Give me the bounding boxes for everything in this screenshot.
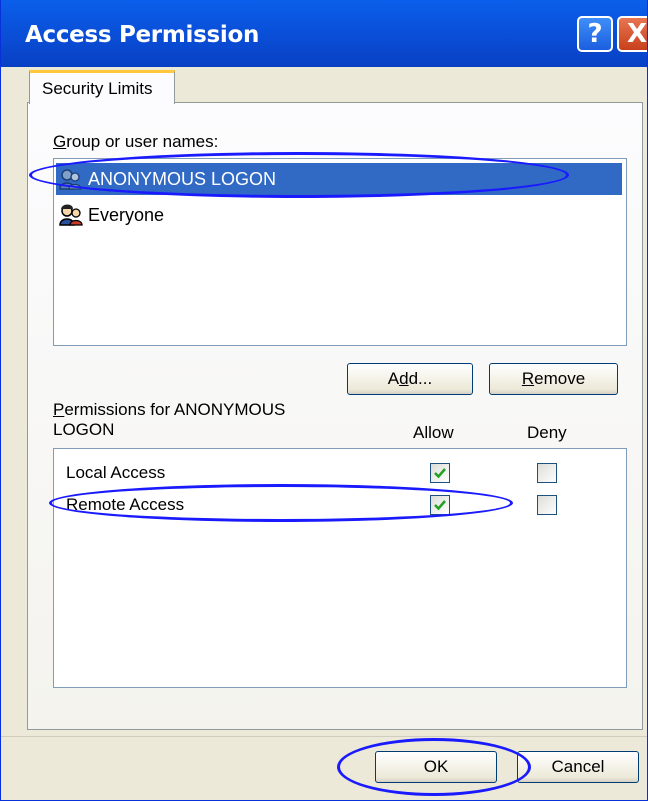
list-item[interactable]: Everyone xyxy=(56,199,164,231)
remove-button[interactable]: Remove xyxy=(489,363,618,395)
list-item-label: ANONYMOUS LOGON xyxy=(88,168,277,189)
user-group-icon xyxy=(56,165,86,193)
user-group-icon xyxy=(56,201,86,229)
help-icon: ? xyxy=(587,19,603,49)
close-button[interactable]: X xyxy=(617,16,648,52)
title-bar[interactable]: Access Permission ? X xyxy=(1,0,648,67)
ok-button-label: OK xyxy=(423,757,449,776)
deny-column-header: Deny xyxy=(527,423,567,442)
checkmark-icon xyxy=(434,500,446,511)
list-item-label: Everyone xyxy=(88,204,165,225)
permissions-label: Permissions for ANONYMOUS LOGON xyxy=(53,400,286,439)
cancel-button[interactable]: Cancel xyxy=(517,751,639,783)
allow-checkbox[interactable] xyxy=(430,495,450,515)
tab-label: Security Limits xyxy=(42,79,153,98)
ok-button[interactable]: OK xyxy=(375,751,497,783)
close-icon: X xyxy=(626,19,648,49)
deny-checkbox[interactable] xyxy=(537,495,557,515)
checkmark-icon xyxy=(434,468,446,479)
help-button[interactable]: ? xyxy=(577,16,613,52)
cancel-button-label: Cancel xyxy=(551,757,605,776)
access-permission-dialog: Access Permission ? X Security Limits Gr… xyxy=(0,0,648,801)
permission-name: Remote Access xyxy=(66,495,185,514)
group-user-list[interactable]: ANONYMOUS LOGON Everyone xyxy=(53,158,627,346)
allow-checkbox[interactable] xyxy=(430,463,450,483)
group-or-user-names-label: Group or user names: xyxy=(53,132,219,151)
window-title: Access Permission xyxy=(25,22,260,48)
permission-name: Local Access xyxy=(66,463,166,482)
permission-row: Remote Access xyxy=(54,491,626,519)
permission-row: Local Access xyxy=(54,459,626,487)
list-item[interactable]: ANONYMOUS LOGON xyxy=(56,163,622,195)
permissions-list: Local Access Remote Access xyxy=(53,448,627,688)
remove-button-label: Remove xyxy=(521,369,586,388)
add-button-label: Add... xyxy=(387,369,433,388)
tab-security-limits[interactable]: Security Limits xyxy=(29,70,175,104)
deny-checkbox[interactable] xyxy=(537,463,557,483)
add-button[interactable]: Add... xyxy=(347,363,473,395)
bottom-divider xyxy=(1,736,647,737)
allow-column-header: Allow xyxy=(413,423,454,442)
